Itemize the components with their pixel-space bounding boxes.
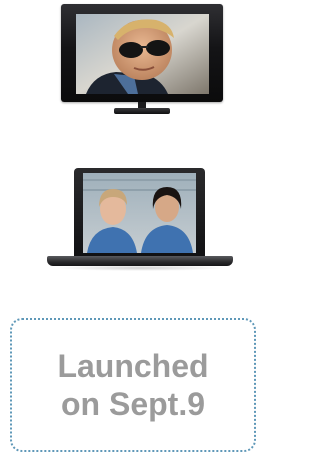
- launch-text: Launched on Sept.9: [18, 347, 248, 423]
- launch-callout-box: Launched on Sept.9: [10, 318, 256, 452]
- laptop-shadow: [55, 265, 225, 271]
- launch-line-1: Launched: [57, 348, 209, 384]
- tv-stand-base: [114, 108, 170, 114]
- launch-line-2: on Sept.9: [60, 386, 205, 422]
- tv-screen-image: [76, 14, 209, 94]
- laptop-device: [45, 168, 235, 278]
- man-with-sunglasses-image: [76, 14, 209, 94]
- tv-device: [61, 4, 223, 116]
- tv-bezel: [61, 4, 223, 102]
- laptop-screen-image: [83, 173, 196, 253]
- two-women-in-scrubs-image: [83, 173, 196, 253]
